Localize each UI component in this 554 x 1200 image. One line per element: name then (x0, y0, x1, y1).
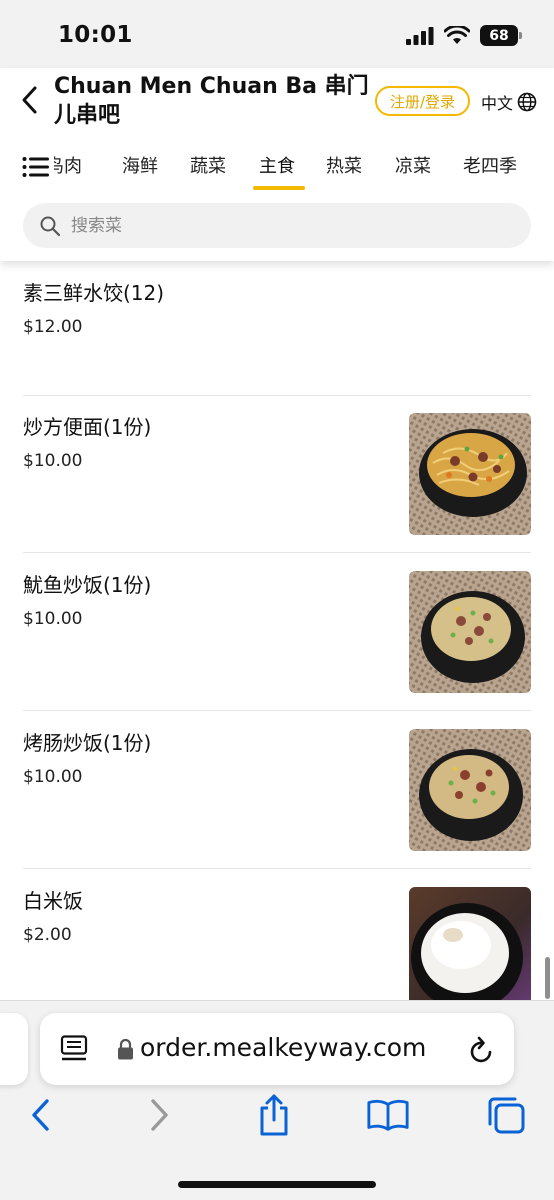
item-divider (23, 395, 531, 396)
language-label: 中文 (481, 94, 514, 113)
menu-item[interactable]: 魷鱼炒饭(1份) $10.00 (23, 569, 531, 693)
lock-icon (118, 1038, 133, 1060)
browser-back-button[interactable] (18, 1093, 62, 1137)
book-icon (367, 1099, 409, 1131)
menu-item-price: $2.00 (23, 925, 72, 945)
language-selector[interactable]: 中文 (481, 90, 537, 114)
address-bar[interactable]: order.mealkeyway.com (40, 1013, 514, 1085)
menu-item[interactable]: 烤肠炒饭(1份) $10.00 (23, 727, 531, 851)
category-tabs: 鸟肉 海鲜 蔬菜 主食 热菜 凉菜 老四季 (54, 146, 554, 190)
sausage-fried-rice-photo[interactable] (409, 729, 531, 851)
menu-item-name: 素三鲜水饺(12) (23, 281, 165, 305)
item-divider (23, 868, 531, 869)
battery-icon: 68 (480, 25, 522, 46)
menu-item-name: 烤肠炒饭(1份) (23, 731, 152, 755)
active-tab-indicator (253, 186, 305, 190)
scrollbar[interactable] (545, 957, 550, 999)
category-menu-icon[interactable] (22, 156, 50, 178)
share-button[interactable] (252, 1093, 296, 1137)
tab-poultry[interactable]: 鸟肉 (54, 152, 82, 178)
home-indicator (178, 1181, 376, 1188)
menu-item-price: $10.00 (23, 609, 83, 629)
tabs-icon (488, 1097, 525, 1134)
menu-item-price: $12.00 (23, 317, 83, 337)
cellular-signal-icon (406, 26, 434, 45)
chevron-left-icon (22, 86, 37, 114)
tab-hot-dishes[interactable]: 热菜 (326, 152, 362, 178)
status-icons: 68 (406, 25, 522, 46)
chevron-right-icon (151, 1099, 168, 1131)
status-time: 10:01 (58, 22, 133, 48)
restaurant-header: Chuan Men Chuan Ba 串门儿串吧 注册/登录 中文 鸟肉 海鲜 … (0, 68, 554, 261)
previous-tab-card[interactable] (0, 1013, 28, 1085)
tab-seafood[interactable]: 海鲜 (122, 152, 158, 178)
tabs-button[interactable] (484, 1093, 528, 1137)
browser-chrome: order.mealkeyway.com (0, 1000, 554, 1200)
tab-cold-dishes[interactable]: 凉菜 (395, 152, 431, 178)
url-text: order.mealkeyway.com (140, 1033, 427, 1062)
menu-item[interactable]: 素三鲜水饺(12) $12.00 (23, 277, 531, 377)
reader-view-icon[interactable] (60, 1035, 90, 1063)
search-bar[interactable] (23, 203, 531, 248)
wifi-icon (444, 26, 470, 44)
browser-forward-button[interactable] (138, 1093, 182, 1137)
menu-item[interactable]: 炒方便面(1份) $10.00 (23, 411, 531, 535)
tab-staple-food[interactable]: 主食 (259, 152, 295, 178)
search-input[interactable] (71, 215, 471, 236)
menu-item-name: 魷鱼炒饭(1份) (23, 573, 152, 597)
item-divider (23, 552, 531, 553)
globe-icon (517, 92, 537, 112)
bookmarks-button[interactable] (366, 1093, 410, 1137)
menu-item-name: 炒方便面(1份) (23, 415, 152, 439)
squid-fried-rice-photo[interactable] (409, 571, 531, 693)
back-button[interactable] (14, 82, 44, 118)
tab-vegetables[interactable]: 蔬菜 (190, 152, 226, 178)
browser-toolbar (0, 1093, 554, 1153)
menu-item-price: $10.00 (23, 451, 83, 471)
search-icon (40, 216, 61, 236)
menu-item-list: 素三鲜水饺(12) $12.00 炒方便面(1份) $10.00 魷鱼炒饭(1份… (0, 261, 554, 1001)
item-divider (23, 710, 531, 711)
menu-item[interactable]: 白米饭 $2.00 (23, 885, 531, 1001)
reload-icon[interactable] (468, 1035, 496, 1065)
menu-item-price: $10.00 (23, 767, 83, 787)
tab-lao-si-ji[interactable]: 老四季 (463, 152, 517, 178)
restaurant-name: Chuan Men Chuan Ba 串门儿串吧 (54, 74, 369, 128)
menu-item-name: 白米饭 (23, 889, 83, 913)
white-rice-photo[interactable] (409, 887, 531, 1001)
noodles-photo[interactable] (409, 413, 531, 535)
chevron-left-icon (32, 1099, 49, 1131)
login-register-button[interactable]: 注册/登录 (375, 86, 470, 116)
status-bar: 10:01 68 (0, 0, 554, 68)
share-icon (260, 1094, 288, 1136)
battery-level: 68 (489, 27, 509, 44)
